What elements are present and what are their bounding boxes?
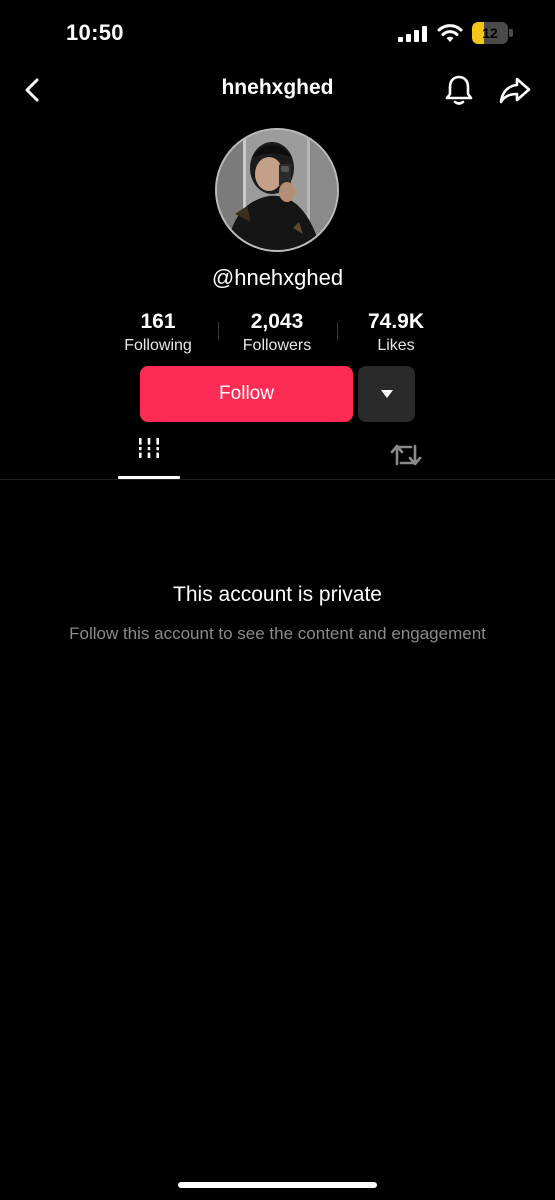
tabs-divider <box>0 479 555 480</box>
tab-videos[interactable] <box>118 436 180 480</box>
stat-label: Following <box>124 337 192 354</box>
stat-value: 2,043 <box>250 310 304 333</box>
wifi-icon <box>437 24 463 42</box>
profile-handle: @hnehxghed <box>211 265 344 290</box>
avatar-photo <box>217 130 337 250</box>
battery-level: 12 <box>482 25 498 41</box>
caret-down-icon <box>380 390 393 398</box>
stat-followers[interactable]: 2,043 Followers <box>217 310 337 355</box>
private-account-subtitle: Follow this account to see the content a… <box>69 624 486 643</box>
stat-following[interactable]: 161 Following <box>98 310 218 355</box>
follow-button[interactable]: Follow <box>140 366 353 422</box>
cellular-signal-icon <box>398 26 427 42</box>
battery-icon: 12 <box>472 22 514 44</box>
avatar[interactable] <box>215 128 339 252</box>
private-account-title: This account is private <box>173 583 382 606</box>
stat-value: 161 <box>140 310 176 333</box>
home-indicator[interactable] <box>178 1182 377 1188</box>
share-icon[interactable] <box>498 74 532 106</box>
stat-label: Likes <box>377 337 415 354</box>
repost-icon[interactable] <box>388 440 424 470</box>
stat-label: Followers <box>242 337 312 354</box>
stat-likes[interactable]: 74.9K Likes <box>336 310 456 355</box>
videos-grid-icon <box>137 438 161 458</box>
bell-icon[interactable] <box>443 73 475 107</box>
status-time: 10:50 <box>66 20 124 45</box>
stat-value: 74.9K <box>367 310 425 333</box>
suggested-accounts-button[interactable] <box>358 366 415 422</box>
